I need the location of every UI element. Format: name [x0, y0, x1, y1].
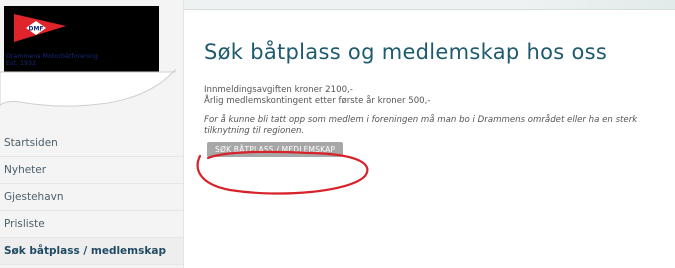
- sidebar-menu: Startsiden Nyheter Gjestehavn Prisliste …: [0, 130, 183, 265]
- membership-note: For å kunne bli tatt opp som medlem i fo…: [204, 115, 638, 136]
- main-content: Søk båtplass og medlemskap hos oss Innme…: [204, 40, 664, 157]
- logo-area: DMF Drammens Motorbåtforening Est. 1932: [0, 0, 183, 118]
- header-strip: [184, 0, 675, 10]
- pennant-flag-icon: DMF: [14, 14, 66, 42]
- sidebar-item-gjestehavn[interactable]: Gjestehavn: [0, 184, 183, 211]
- logo-name-line: Drammens Motorbåtforening: [6, 53, 99, 60]
- red-circle-annotation: [196, 150, 369, 195]
- registration-fee-text: Innmeldingsavgiften kroner 2100,-: [204, 85, 353, 95]
- sidebar: DMF Drammens Motorbåtforening Est. 1932 …: [0, 0, 184, 268]
- annual-fee-text: Årlig medlemskontingent etter første år …: [204, 96, 431, 106]
- logo-badge-text: DMF: [28, 26, 43, 33]
- sidebar-item-startsiden[interactable]: Startsiden: [0, 130, 183, 157]
- sidebar-item-sok-batplass[interactable]: Søk båtplass / medlemskap: [0, 238, 183, 265]
- fee-info: Innmeldingsavgiften kroner 2100,- Årlig …: [204, 85, 664, 107]
- page-title: Søk båtplass og medlemskap hos oss: [204, 40, 608, 64]
- header-strip-accent: [515, 0, 675, 9]
- banner-wave-shape: [0, 68, 176, 107]
- sidebar-item-nyheter[interactable]: Nyheter: [0, 157, 183, 184]
- sidebar-item-prisliste[interactable]: Prisliste: [0, 211, 183, 238]
